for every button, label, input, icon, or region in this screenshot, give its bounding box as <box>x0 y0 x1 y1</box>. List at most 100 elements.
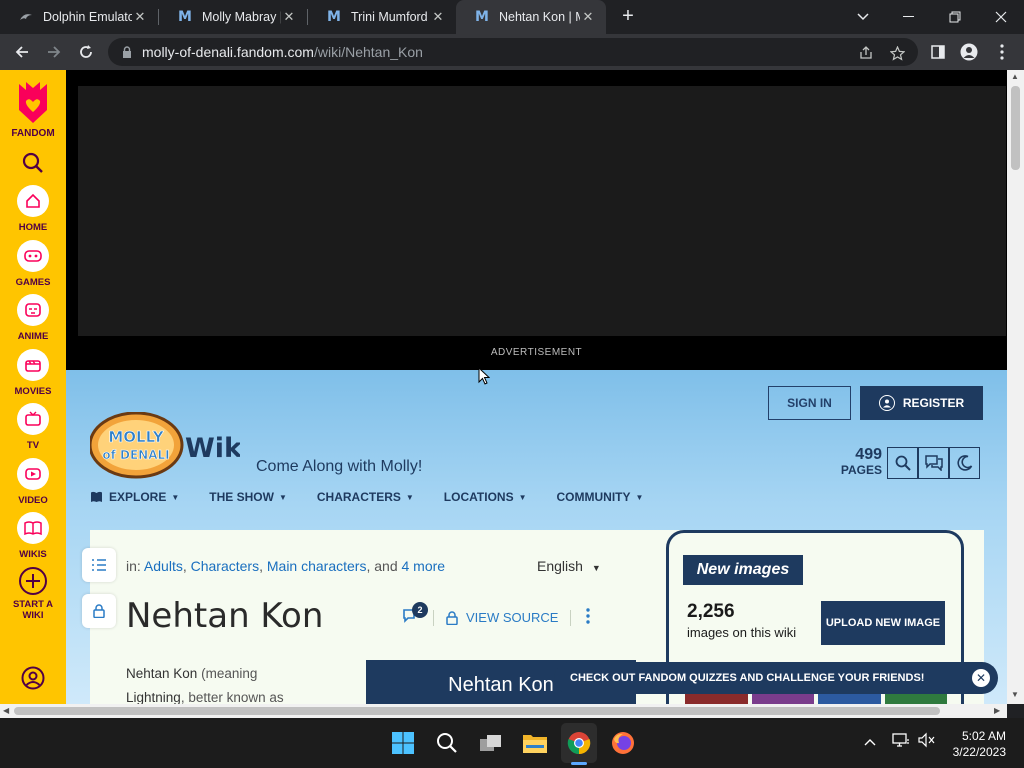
wiki-search-button[interactable] <box>887 447 918 479</box>
horizontal-scrollbar[interactable]: ◀ ▶ <box>0 704 1007 718</box>
scroll-down-icon[interactable]: ▼ <box>1011 690 1019 699</box>
nav-community[interactable]: COMMUNITY ▼ <box>557 490 644 504</box>
fandom-global-nav: FANDOM HOME GAMES ANIME MOVIES TV VIDEO … <box>0 70 66 704</box>
share-icon[interactable] <box>857 44 875 62</box>
discussions-button[interactable] <box>918 447 949 479</box>
scroll-left-icon[interactable]: ◀ <box>3 706 9 715</box>
close-icon[interactable]: ✕ <box>281 9 297 25</box>
side-panel-button[interactable] <box>926 40 950 64</box>
file-explorer-button[interactable] <box>522 730 548 756</box>
scrollbar-thumb[interactable] <box>14 707 940 715</box>
scroll-right-icon[interactable]: ▶ <box>994 706 1000 715</box>
firefox-icon <box>612 732 634 754</box>
divider <box>433 610 434 626</box>
task-view-button[interactable] <box>478 730 504 756</box>
article-side-tools <box>82 548 116 640</box>
vertical-scrollbar[interactable]: ▲ ▼ <box>1007 70 1024 704</box>
theme-toggle-button[interactable] <box>949 447 980 479</box>
kebab-menu-icon <box>1000 44 1004 60</box>
more-categories-link[interactable]: 4 more <box>402 558 446 574</box>
clock-time: 5:02 AM <box>961 729 1006 743</box>
fandom-search-button[interactable] <box>0 152 66 174</box>
system-clock[interactable]: 5:02 AM 3/22/2023 <box>946 728 1006 760</box>
chrome-taskbar-button[interactable] <box>566 730 592 756</box>
divider <box>570 610 571 626</box>
nav-explore[interactable]: EXPLORE ▼ <box>90 490 179 504</box>
quiz-promo-toast[interactable]: CHECK OUT FANDOM QUIZZES AND CHALLENGE Y… <box>554 662 998 694</box>
tv-icon <box>17 403 49 435</box>
lock-status-button[interactable] <box>82 594 116 628</box>
nav-the-show[interactable]: THE SHOW ▼ <box>209 490 287 504</box>
rail-item-games[interactable]: GAMES <box>0 240 66 288</box>
caret-down-icon: ▼ <box>591 563 601 573</box>
more-actions-button[interactable] <box>586 608 590 629</box>
fandom-logo-link[interactable]: FANDOM <box>0 80 66 139</box>
close-icon[interactable]: ✕ <box>580 9 596 25</box>
menu-button[interactable] <box>990 40 1014 64</box>
scrollbar-thumb[interactable] <box>1011 86 1020 170</box>
tab-search-button[interactable] <box>840 0 886 34</box>
rail-item-video[interactable]: VIDEO <box>0 458 66 506</box>
intro-link[interactable]: Lightning <box>126 690 181 704</box>
gamepad-icon <box>17 240 49 272</box>
caret-down-icon: ▼ <box>278 492 287 502</box>
sign-in-button[interactable]: SIGN IN <box>768 386 851 420</box>
reload-button[interactable] <box>74 40 98 64</box>
rail-item-tv[interactable]: TV <box>0 403 66 451</box>
register-button[interactable]: REGISTER <box>860 386 983 420</box>
book-icon <box>17 512 49 544</box>
star-icon[interactable] <box>888 44 906 62</box>
restore-button[interactable] <box>932 0 978 34</box>
view-source-button[interactable]: VIEW SOURCE <box>446 610 558 625</box>
close-icon[interactable]: ✕ <box>430 9 446 25</box>
nav-locations[interactable]: LOCATIONS ▼ <box>444 490 527 504</box>
new-tab-button[interactable]: + <box>617 5 639 27</box>
article-intro: Nehtan Kon (meaning Lightning, better kn… <box>126 662 326 704</box>
tab-trini-mumford[interactable]: M Trini Mumford | M ✕ <box>308 0 456 34</box>
nav-characters[interactable]: CHARACTERS ▼ <box>317 490 414 504</box>
svg-text:Wiki: Wiki <box>185 433 240 464</box>
rail-item-wikis[interactable]: WIKIS <box>0 512 66 560</box>
back-button[interactable] <box>10 40 34 64</box>
tab-nehtan-kon[interactable]: M Nehtan Kon | Mo ✕ <box>456 0 606 34</box>
table-of-contents-button[interactable] <box>82 548 116 582</box>
ad-label: ADVERTISEMENT <box>490 347 583 358</box>
ad-placeholder <box>78 86 1006 336</box>
rail-item-anime[interactable]: ANIME <box>0 294 66 342</box>
address-bar[interactable]: molly-of-denali.fandom.com/wiki/Nehtan_K… <box>108 38 918 66</box>
rail-user-button[interactable] <box>0 666 66 690</box>
taskbar-search-button[interactable] <box>434 730 460 756</box>
tray-chevron-up-icon[interactable] <box>864 734 876 749</box>
wiki-navigation: EXPLORE ▼ THE SHOW ▼ CHARACTERS ▼ LOCATIONS… <box>90 490 673 504</box>
close-icon[interactable]: ✕ <box>972 669 990 687</box>
language-selector[interactable]: English ▼ <box>537 558 601 574</box>
tab-dolphin-emulator[interactable]: Dolphin Emulato ✕ <box>0 0 158 34</box>
minimize-button[interactable] <box>886 0 932 34</box>
url-text[interactable]: molly-of-denali.fandom.com/wiki/Nehtan_K… <box>142 44 423 60</box>
profile-button[interactable] <box>957 40 981 64</box>
image-thumbnail[interactable] <box>685 693 748 704</box>
forward-button[interactable] <box>42 40 66 64</box>
category-link[interactable]: Adults <box>144 558 183 574</box>
rail-item-start-a-wiki[interactable]: START A WIKI <box>0 566 66 621</box>
lock-icon[interactable] <box>120 45 134 59</box>
network-icon[interactable] <box>892 732 910 751</box>
upload-new-image-button[interactable]: UPLOAD NEW IMAGE <box>821 601 945 645</box>
category-link[interactable]: Main characters <box>267 558 367 574</box>
rail-item-movies[interactable]: MOVIES <box>0 349 66 397</box>
image-thumbnail[interactable] <box>884 693 947 704</box>
caret-down-icon: ▼ <box>635 492 644 502</box>
image-thumbnail[interactable] <box>751 693 814 704</box>
rail-item-home[interactable]: HOME <box>0 185 66 233</box>
wiki-logo[interactable]: MOLLY of DENALI Wiki <box>88 411 251 482</box>
close-icon[interactable]: ✕ <box>132 9 148 25</box>
scroll-up-icon[interactable]: ▲ <box>1011 72 1019 81</box>
nav-label: EXPLORE <box>109 490 167 504</box>
volume-muted-icon[interactable] <box>918 732 936 751</box>
start-button[interactable] <box>390 730 416 756</box>
tab-molly-mabray[interactable]: M Molly Mabray | M ✕ <box>159 0 307 34</box>
firefox-taskbar-button[interactable] <box>610 730 636 756</box>
image-thumbnail[interactable] <box>818 693 881 704</box>
close-window-button[interactable] <box>978 0 1024 34</box>
category-link[interactable]: Characters <box>191 558 259 574</box>
